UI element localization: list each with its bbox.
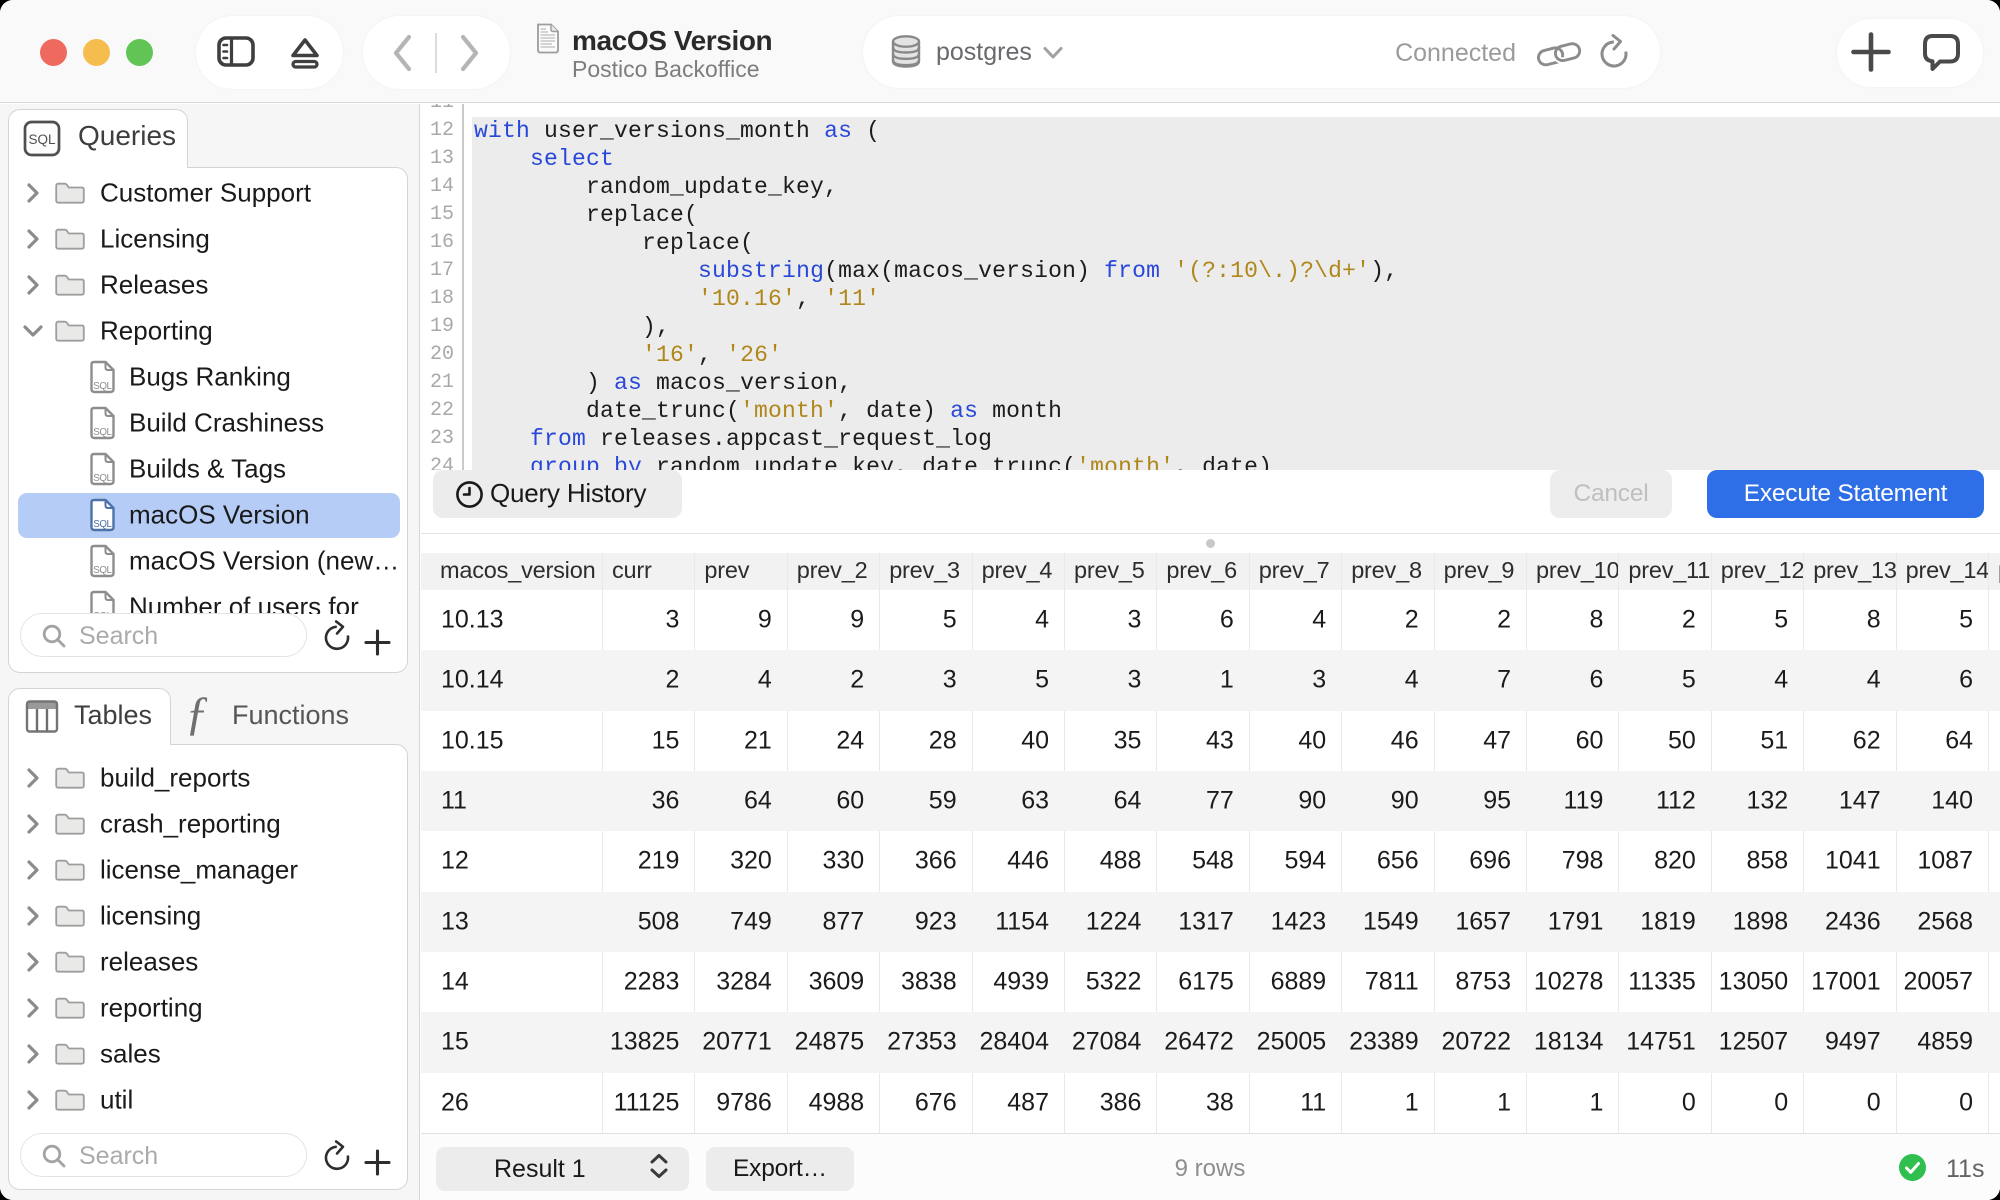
- svg-text:SQL: SQL: [93, 427, 112, 438]
- svg-text:SQL: SQL: [28, 132, 56, 147]
- svg-text:SQL: SQL: [93, 519, 112, 530]
- svg-text:SQL: SQL: [93, 565, 112, 576]
- svg-text:SQL: SQL: [93, 473, 112, 484]
- svg-text:SQL: SQL: [93, 381, 112, 392]
